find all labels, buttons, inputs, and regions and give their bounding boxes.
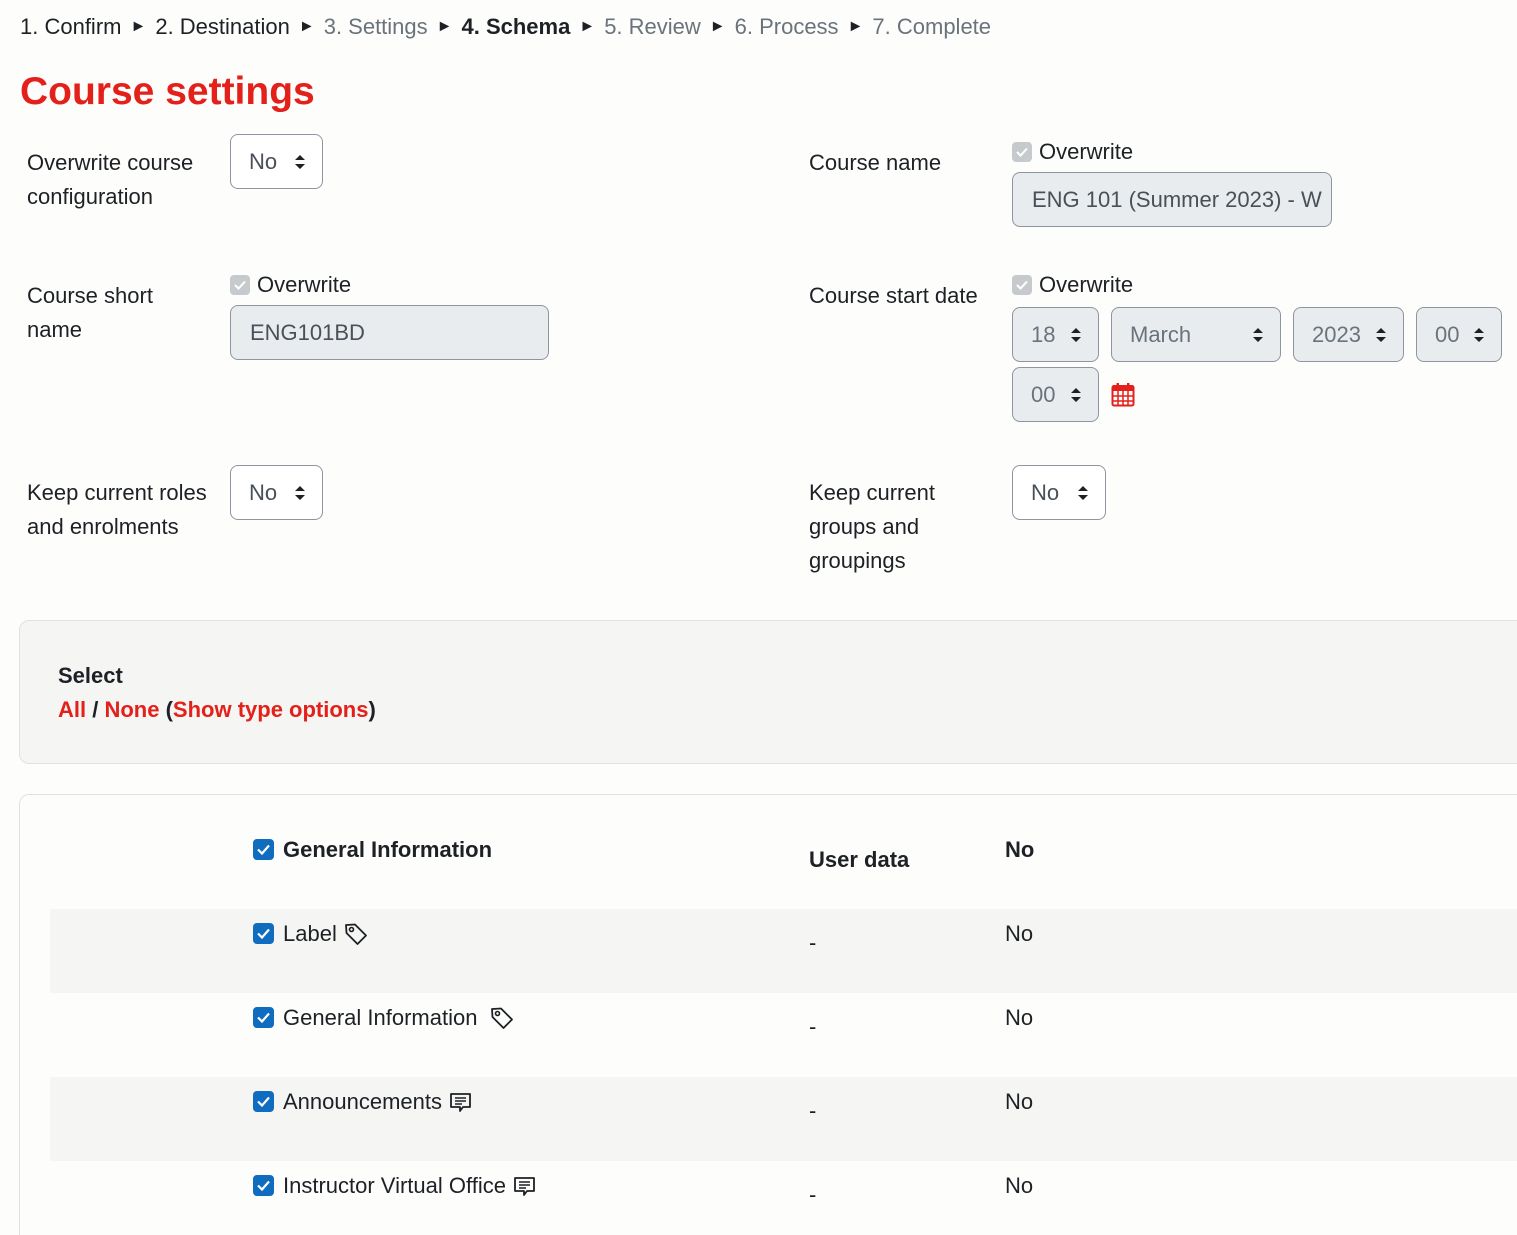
breadcrumb: 1. Confirm ► 2. Destination ► 3. Setting…: [20, 14, 991, 40]
item-user-data: -: [809, 1014, 817, 1039]
select-arrows-icon: [1474, 327, 1484, 342]
section-value: No: [1005, 837, 1035, 862]
keep-groups-select[interactable]: No: [1012, 465, 1106, 520]
start-month-select[interactable]: March: [1111, 307, 1281, 362]
start-year-select[interactable]: 2023: [1293, 307, 1404, 362]
select-arrows-icon: [1078, 485, 1088, 500]
section-checkbox[interactable]: [253, 839, 274, 860]
step-process: 6. Process: [734, 14, 839, 39]
item-name: Announcements: [283, 1089, 474, 1115]
item-user-data: -: [809, 1182, 817, 1207]
item-checkbox[interactable]: [253, 1091, 274, 1112]
start-date-overwrite[interactable]: Overwrite: [1012, 272, 1133, 298]
select-heading: Select: [58, 663, 123, 688]
keep-roles-label: Keep current roles and enrolments: [27, 480, 207, 539]
tag-icon: [343, 921, 369, 947]
course-name-label: Course name: [809, 150, 942, 175]
item-value: No: [1005, 1173, 1034, 1198]
step-complete: 7. Complete: [872, 14, 992, 39]
item-value: No: [1005, 921, 1034, 946]
select-arrows-icon: [1071, 327, 1081, 342]
section-title: General Information: [283, 837, 493, 862]
item-checkbox[interactable]: [253, 1175, 274, 1196]
start-day-select[interactable]: 18: [1012, 307, 1099, 362]
short-name-overwrite[interactable]: Overwrite: [230, 272, 351, 298]
overwrite-config-select[interactable]: No: [230, 134, 323, 189]
select-arrows-icon: [295, 485, 305, 500]
start-hour-select[interactable]: 00: [1416, 307, 1502, 362]
step-destination: 2. Destination: [155, 14, 290, 39]
overwrite-checkbox[interactable]: [230, 275, 250, 295]
select-arrows-icon: [295, 154, 305, 169]
page-title: Course settings: [20, 70, 315, 113]
keep-roles-select[interactable]: No: [230, 465, 323, 520]
course-name-overwrite[interactable]: Overwrite: [1012, 139, 1133, 165]
course-name-input[interactable]: ENG 101 (Summer 2023) - W: [1012, 172, 1332, 227]
step-confirm: 1. Confirm: [20, 14, 122, 39]
breadcrumb-separator: ►: [847, 18, 864, 35]
overwrite-checkbox[interactable]: [1012, 142, 1032, 162]
table-row: [50, 909, 1517, 993]
select-links: All / None (Show type options): [58, 697, 376, 722]
step-schema: 4. Schema: [461, 14, 571, 39]
show-type-options-link[interactable]: Show type options: [173, 697, 369, 722]
item-value: No: [1005, 1089, 1034, 1114]
item-user-data: -: [809, 1098, 817, 1123]
item-value: No: [1005, 1005, 1034, 1030]
overwrite-config-label: Overwrite course configuration: [27, 150, 194, 209]
item-checkbox[interactable]: [253, 923, 274, 944]
select-all-link[interactable]: All: [58, 697, 86, 722]
item-checkbox[interactable]: [253, 1007, 274, 1028]
breadcrumb-separator: ►: [436, 18, 453, 35]
forum-icon: [512, 1173, 538, 1199]
calendar-icon[interactable]: [1111, 382, 1135, 407]
item-name: Label: [283, 921, 369, 947]
forum-icon: [448, 1089, 474, 1115]
select-panel: Select All / None (Show type options): [19, 620, 1517, 764]
item-name: Instructor Virtual Office: [283, 1173, 538, 1199]
short-name-input[interactable]: ENG101BD: [230, 305, 549, 360]
step-settings: 3. Settings: [323, 14, 428, 39]
start-minute-select[interactable]: 00: [1012, 367, 1099, 422]
breadcrumb-separator: ►: [579, 18, 596, 35]
breadcrumb-separator: ►: [298, 18, 315, 35]
user-data-header: User data: [809, 847, 910, 872]
table-row: [50, 1077, 1517, 1161]
select-none-link[interactable]: None: [104, 697, 159, 722]
tag-icon: [489, 1005, 515, 1031]
step-review: 5. Review: [604, 14, 701, 39]
overwrite-checkbox[interactable]: [1012, 275, 1032, 295]
start-date-label: Course start date: [809, 283, 978, 308]
short-name-label: Course short name: [27, 283, 153, 342]
keep-groups-label: Keep current groups and groupings: [809, 480, 935, 573]
items-panel: [19, 794, 1517, 1235]
select-arrows-icon: [1071, 387, 1081, 402]
item-name: General Information: [283, 1005, 515, 1031]
select-arrows-icon: [1376, 327, 1386, 342]
item-user-data: -: [809, 930, 817, 955]
select-arrows-icon: [1253, 327, 1263, 342]
breadcrumb-separator: ►: [130, 18, 147, 35]
breadcrumb-separator: ►: [709, 18, 726, 35]
